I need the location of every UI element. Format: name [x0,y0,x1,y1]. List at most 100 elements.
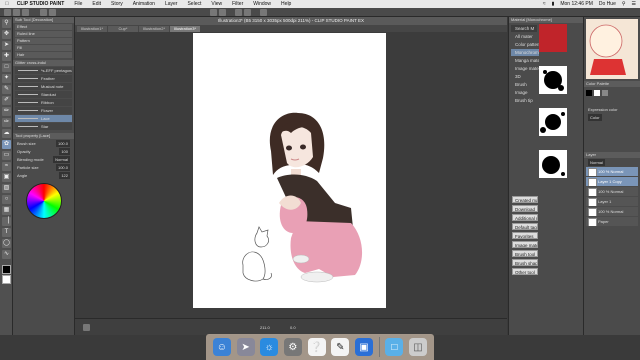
layer-row[interactable]: 100 % Normal [586,207,638,216]
deselect-icon[interactable] [244,9,251,16]
user-name[interactable]: Do Hue [599,1,616,7]
property-blending-mode[interactable]: Blending mode Normal [15,156,72,163]
clip-studio-paint-icon[interactable]: ✎ [331,338,350,356]
brush-tool-icon[interactable]: ✑ [2,118,11,127]
material-thumbnail[interactable] [539,196,567,224]
snap-icon[interactable] [260,9,267,16]
color-swatch[interactable] [602,90,608,96]
tab-illustration3[interactable]: Illustration3* [170,26,200,32]
app-menu[interactable]: CLIP STUDIO PAINT [14,1,70,7]
zoom-tool-icon[interactable]: ⚲ [2,19,11,28]
main-color-swatch[interactable] [2,265,11,274]
balloon-tool-icon[interactable]: ◯ [2,239,11,248]
material-tag-button[interactable]: Favorites [512,232,538,239]
angle-readout[interactable]: 0.0 [290,325,296,330]
blend-mode-select[interactable]: Normal [586,159,638,166]
correct-line-tool-icon[interactable]: ∿ [2,250,11,259]
property-particle-size[interactable]: Particle size 100.0 [15,164,72,171]
finder-icon[interactable]: ☺ [212,338,231,356]
menu-help[interactable]: Help [276,1,296,7]
clock[interactable]: Mon 12:46 PM [560,1,593,7]
eyedropper-tool-icon[interactable]: ✎ [2,85,11,94]
material-folder[interactable]: Monochrome [511,49,539,56]
subtool-ruled-line[interactable]: Ruled line [15,31,72,37]
expression-color-value[interactable]: Color [586,114,638,121]
airbrush-tool-icon[interactable]: ☁ [2,129,11,138]
new-file-icon[interactable] [4,9,11,16]
menu-window[interactable]: Window [248,1,276,7]
fill-icon[interactable] [219,9,226,16]
material-tag-button[interactable]: Brush tool [512,250,538,257]
material-tag-button[interactable]: Download [512,205,538,212]
expression-color[interactable]: Expression color [586,106,638,113]
pencil-tool-icon[interactable]: ✏ [2,107,11,116]
material-tag-button[interactable]: Created ma [512,196,538,203]
folder-icon[interactable]: □ [385,338,404,356]
material-thumbnail[interactable] [539,24,567,52]
material-tag-button[interactable]: Default tag [512,223,538,230]
subtool-hair[interactable]: Hair [15,52,72,58]
material-folder[interactable]: Image [511,89,539,96]
material-thumbnail[interactable] [539,66,567,94]
trash-icon[interactable]: ◫ [409,338,428,356]
subtool-fill[interactable]: Fill [15,45,72,51]
tab-illustration1[interactable]: Illustration1* [77,26,107,32]
clip-studio-icon[interactable]: ❔ [307,338,326,356]
menu-story[interactable]: Story [106,1,128,7]
material-folder[interactable]: Color pattern [511,41,539,48]
reference-image[interactable] [586,19,638,79]
safari-icon[interactable]: ☼ [260,338,279,356]
pen-tool-icon[interactable]: ✐ [2,96,11,105]
canvas-paper[interactable] [193,33,386,308]
menu-select[interactable]: Select [182,1,206,7]
menu-view[interactable]: View [206,1,227,7]
navigator-thumbnail-icon[interactable] [83,324,90,331]
apple-icon[interactable]:  [0,1,14,7]
search-icon[interactable]: ⚲ [622,1,626,7]
brush-item[interactable]: Flower [15,107,72,114]
auto-select-tool-icon[interactable]: ✦ [2,74,11,83]
transform-icon[interactable] [235,9,242,16]
menu-file[interactable]: File [69,1,87,7]
brush-item[interactable]: *s-EFF pentagonal [15,67,72,74]
move-tool-icon[interactable]: ✥ [2,30,11,39]
brush-item[interactable]: Stardust [15,91,72,98]
material-folder[interactable]: All mater [511,33,539,40]
redo-icon[interactable] [49,9,56,16]
layer-row[interactable]: Paper [586,217,638,226]
tab-illustration2[interactable]: Illustration2* [139,26,169,32]
tab-cup[interactable]: Cup* [108,26,138,32]
brush-item[interactable]: Lace [15,115,72,122]
subtool-effect[interactable]: Effect [15,24,72,30]
material-tag-button[interactable]: Other tool [512,268,538,275]
material-search-input[interactable]: Search M [511,25,537,32]
color-wheel[interactable] [25,183,62,219]
frame-tool-icon[interactable]: ▦ [2,206,11,215]
battery-icon[interactable]: ▮ [552,1,555,7]
material-folder[interactable]: 3D [511,73,539,80]
material-folder[interactable]: Manga material [511,57,539,64]
property-opacity[interactable]: Opacity 100 [15,148,72,155]
gradient-tool-icon[interactable]: ▧ [2,184,11,193]
layer-row[interactable]: 100 % Normal [586,187,638,196]
material-tag-button[interactable]: Additional m [512,214,538,221]
save-icon[interactable] [22,9,29,16]
decoration-tool-icon[interactable]: ✿ [2,140,11,149]
wifi-icon[interactable]: ≈ [543,1,546,7]
zoom-readout[interactable]: 211.0 [260,325,270,330]
material-tag-button[interactable]: Brush shape [512,259,538,266]
property-brush-size[interactable]: Brush size 100.0 [15,140,72,147]
menu-filter[interactable]: Filter [227,1,248,7]
brush-item[interactable]: Star [15,123,72,130]
system-preferences-icon[interactable]: ⚙ [283,338,302,356]
figure-tool-icon[interactable]: ○ [2,195,11,204]
selection-tool-icon[interactable]: □ [2,63,11,72]
launchpad-icon[interactable]: ➤ [236,338,255,356]
material-thumbnail[interactable] [539,108,567,136]
color-swatch[interactable] [586,90,592,96]
material-folder[interactable]: Brush [511,81,539,88]
menu-edit[interactable]: Edit [87,1,106,7]
open-icon[interactable] [13,9,20,16]
property-angle[interactable]: Angle 122 [15,172,72,179]
material-thumbnail[interactable] [539,150,567,178]
